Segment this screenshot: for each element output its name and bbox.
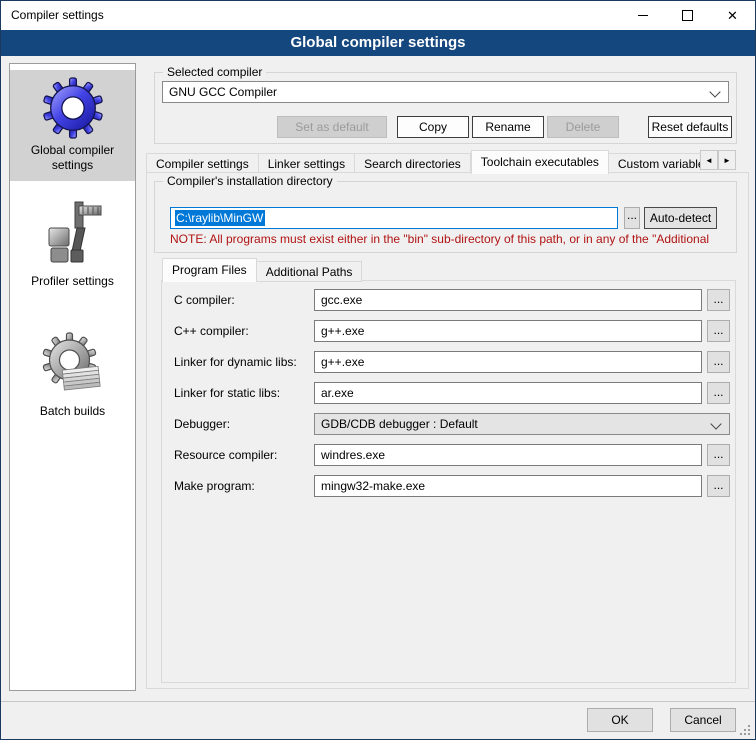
selected-compiler-group: Selected compiler GNU GCC Compiler Set a…	[154, 72, 737, 144]
subtab-program-files[interactable]: Program Files	[162, 258, 257, 282]
installation-directory-group-label: Compiler's installation directory	[163, 174, 337, 188]
tab-linker-settings[interactable]: Linker settings	[259, 153, 355, 174]
install-path-input[interactable]: C:\raylib\MinGW	[170, 207, 618, 229]
sidebar-item-label: Profiler settings	[12, 274, 133, 289]
minimize-button[interactable]	[620, 1, 665, 30]
tab-custom-variables[interactable]: Custom variables	[609, 153, 702, 174]
field-label: C compiler:	[174, 289, 235, 311]
sub-tabstrip: Program Files Additional Paths	[162, 258, 362, 282]
debugger-select-value: GDB/CDB debugger : Default	[321, 417, 478, 431]
resource-compiler-browse-button[interactable]: ...	[707, 444, 730, 466]
field-label: Resource compiler:	[174, 444, 277, 466]
program-files-page: C compiler: ... C++ compiler: ... Linker…	[161, 280, 736, 683]
resize-grip-icon[interactable]	[748, 733, 750, 735]
sidebar-item-profiler-settings[interactable]: Profiler settings	[10, 191, 135, 297]
cancel-button[interactable]: Cancel	[670, 708, 736, 732]
ok-button[interactable]: OK	[587, 708, 653, 732]
field-label: Debugger:	[174, 413, 230, 435]
set-as-default-button[interactable]: Set as default	[277, 116, 387, 138]
field-label: Linker for dynamic libs:	[174, 351, 297, 373]
c-compiler-input[interactable]	[314, 289, 702, 311]
tab-scroll-left-button[interactable]: ◄	[700, 150, 718, 170]
compiler-settings-dialog: Compiler settings ✕ Global compiler sett…	[0, 0, 756, 740]
batch-builds-icon	[41, 332, 105, 400]
make-program-browse-button[interactable]: ...	[707, 475, 730, 497]
tab-scroll-arrows: ◄ ►	[700, 150, 736, 170]
auto-detect-button[interactable]: Auto-detect	[644, 207, 717, 229]
gear-blue-icon	[42, 77, 104, 139]
c-compiler-browse-button[interactable]: ...	[707, 289, 730, 311]
compiler-select[interactable]: GNU GCC Compiler	[162, 81, 729, 103]
maximize-button[interactable]	[665, 1, 710, 30]
cpp-compiler-input[interactable]	[314, 320, 702, 342]
tab-compiler-settings[interactable]: Compiler settings	[146, 153, 259, 174]
chevron-down-icon	[709, 86, 720, 97]
sidebar: Global compiler settings Profiler settin…	[9, 63, 136, 691]
tab-scroll-right-button[interactable]: ►	[718, 150, 736, 170]
rename-button[interactable]: Rename	[472, 116, 544, 138]
sidebar-item-label: Global compiler settings	[12, 143, 133, 173]
path-selected-text: C:\raylib\MinGW	[175, 210, 265, 226]
subtab-additional-paths[interactable]: Additional Paths	[257, 261, 363, 282]
reset-defaults-button[interactable]: Reset defaults	[648, 116, 732, 138]
chevron-down-icon	[710, 418, 721, 429]
make-program-input[interactable]	[314, 475, 702, 497]
sidebar-item-batch-builds[interactable]: Batch builds	[10, 325, 135, 427]
window-title: Compiler settings	[11, 1, 104, 30]
resource-compiler-input[interactable]	[314, 444, 702, 466]
titlebar: Compiler settings ✕	[1, 1, 755, 30]
install-note: NOTE: All programs must exist either in …	[170, 232, 726, 246]
copy-button[interactable]: Copy	[397, 116, 469, 138]
tab-search-directories[interactable]: Search directories	[355, 153, 471, 174]
dynamic-linker-browse-button[interactable]: ...	[707, 351, 730, 373]
maximize-icon	[682, 10, 693, 21]
field-label: C++ compiler:	[174, 320, 249, 342]
static-linker-browse-button[interactable]: ...	[707, 382, 730, 404]
footer-divider	[1, 701, 755, 702]
static-linker-input[interactable]	[314, 382, 702, 404]
debugger-select[interactable]: GDB/CDB debugger : Default	[314, 413, 730, 435]
delete-button[interactable]: Delete	[547, 116, 619, 138]
main-tabstrip: Compiler settings Linker settings Search…	[146, 150, 702, 174]
dynamic-linker-input[interactable]	[314, 351, 702, 373]
close-icon: ✕	[727, 9, 738, 22]
install-path-browse-button[interactable]: ...	[624, 207, 640, 229]
field-label: Make program:	[174, 475, 255, 497]
tab-toolchain-executables[interactable]: Toolchain executables	[471, 150, 609, 174]
field-label: Linker for static libs:	[174, 382, 280, 404]
dialog-header: Global compiler settings	[1, 30, 755, 56]
profiler-icon	[41, 198, 105, 270]
close-button[interactable]: ✕	[710, 1, 755, 30]
cpp-compiler-browse-button[interactable]: ...	[707, 320, 730, 342]
minimize-icon	[638, 15, 648, 16]
compiler-select-value: GNU GCC Compiler	[169, 85, 277, 99]
selected-compiler-group-label: Selected compiler	[163, 65, 266, 79]
sidebar-item-global-compiler-settings[interactable]: Global compiler settings	[10, 70, 135, 181]
sidebar-item-label: Batch builds	[12, 404, 133, 419]
installation-directory-group: Compiler's installation directory C:\ray…	[154, 181, 737, 253]
